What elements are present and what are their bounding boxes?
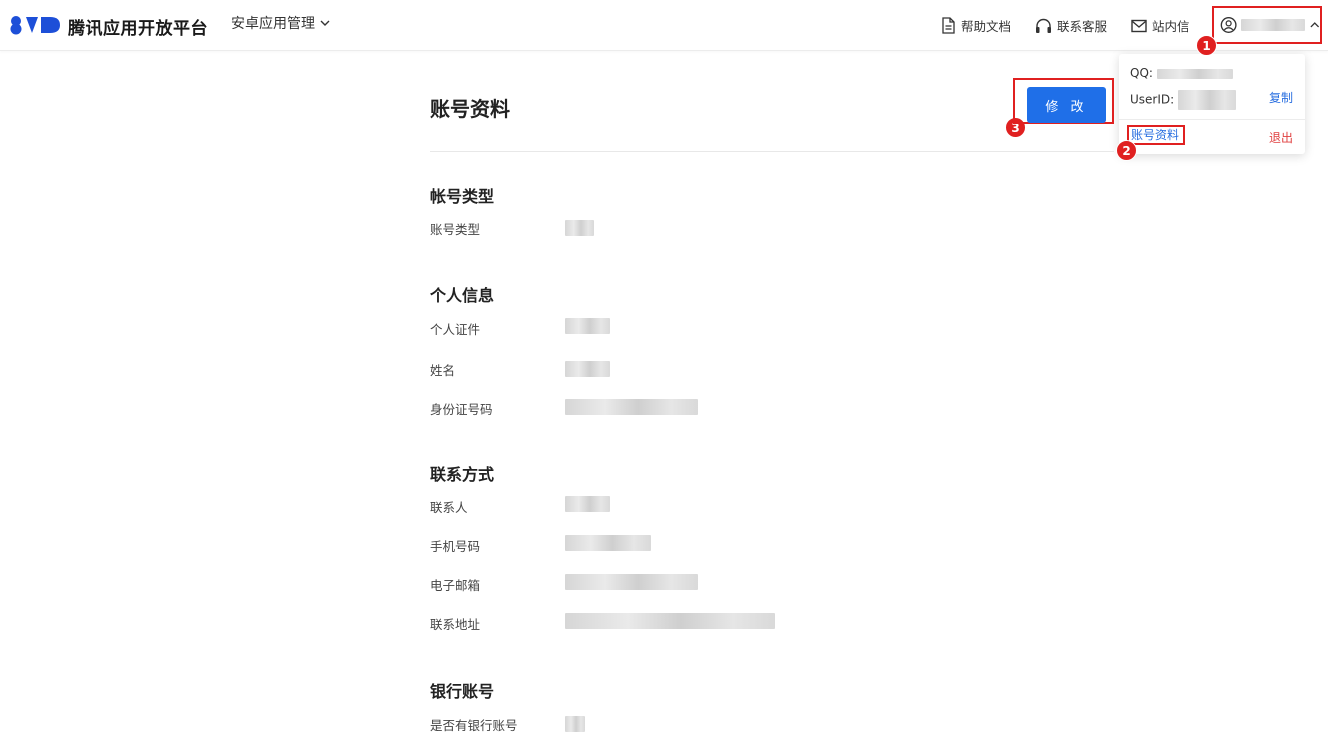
account-profile-link[interactable]: 账号资料 [1127,125,1185,145]
masked-id-document-value [565,318,610,334]
help-docs-label: 帮助文档 [961,19,1012,34]
copy-userid-button[interactable]: 复制 [1269,89,1293,106]
platform-logo-icon[interactable] [8,14,62,36]
inbox-link[interactable]: 站内信 [1131,16,1190,35]
help-docs-link[interactable]: 帮助文档 [941,16,1011,35]
top-navigation-bar: 腾讯应用开放平台 安卓应用管理 帮助文档 联系客服 站内信 [0,0,1328,51]
field-label-account-type: 账号类型 [430,222,481,237]
chevron-down-icon [320,20,330,26]
field-label-contact-person: 联系人 [430,500,468,515]
contact-support-label: 联系客服 [1057,19,1108,34]
masked-userid [1178,90,1237,110]
masked-address-value [565,613,775,629]
document-icon [942,17,955,34]
qq-row: QQ: [1130,66,1233,80]
masked-name-value [565,361,610,377]
contact-support-link[interactable]: 联系客服 [1035,16,1107,35]
title-divider [430,151,1114,152]
user-avatar-icon [1220,17,1237,33]
masked-qq-number [1156,68,1233,79]
field-label-email: 电子邮箱 [430,578,481,593]
step-marker-2: 2 [1116,140,1137,161]
masked-username [1241,19,1305,31]
app-menu-label: 安卓应用管理 [231,16,315,32]
section-personal-info-title: 个人信息 [430,286,495,305]
page-title: 账号资料 [430,97,510,121]
field-label-address: 联系地址 [430,617,481,632]
field-label-name: 姓名 [430,363,456,378]
userid-row: UserID: [1130,90,1237,110]
edit-profile-button[interactable]: 修 改 [1027,87,1106,123]
qq-label: QQ: [1130,66,1153,80]
section-bank-title: 银行账号 [430,682,495,701]
userid-label: UserID: [1130,92,1175,107]
chevron-up-icon [1309,22,1319,28]
masked-account-type-value [565,220,594,236]
masked-id-number-value [565,399,698,415]
user-account-menu[interactable] [1212,6,1322,44]
mail-icon [1131,19,1147,32]
logout-button[interactable]: 退出 [1269,129,1293,146]
android-app-management-menu[interactable]: 安卓应用管理 [231,13,331,33]
masked-phone-value [565,535,651,551]
masked-email-value [565,574,698,590]
masked-contact-person-value [565,496,610,512]
field-label-phone: 手机号码 [430,539,481,554]
field-label-id-document: 个人证件 [430,322,481,337]
section-contact-title: 联系方式 [430,465,495,484]
step-marker-1: 1 [1196,35,1217,56]
field-label-has-bank-account: 是否有银行账号 [430,718,518,733]
masked-bank-account-value [565,716,585,732]
dropdown-divider [1119,119,1305,120]
platform-brand-name[interactable]: 腾讯应用开放平台 [68,14,208,39]
inbox-label: 站内信 [1152,19,1190,34]
field-label-id-number: 身份证号码 [430,402,493,417]
headset-icon [1036,18,1051,33]
section-account-type-title: 帐号类型 [430,187,495,206]
